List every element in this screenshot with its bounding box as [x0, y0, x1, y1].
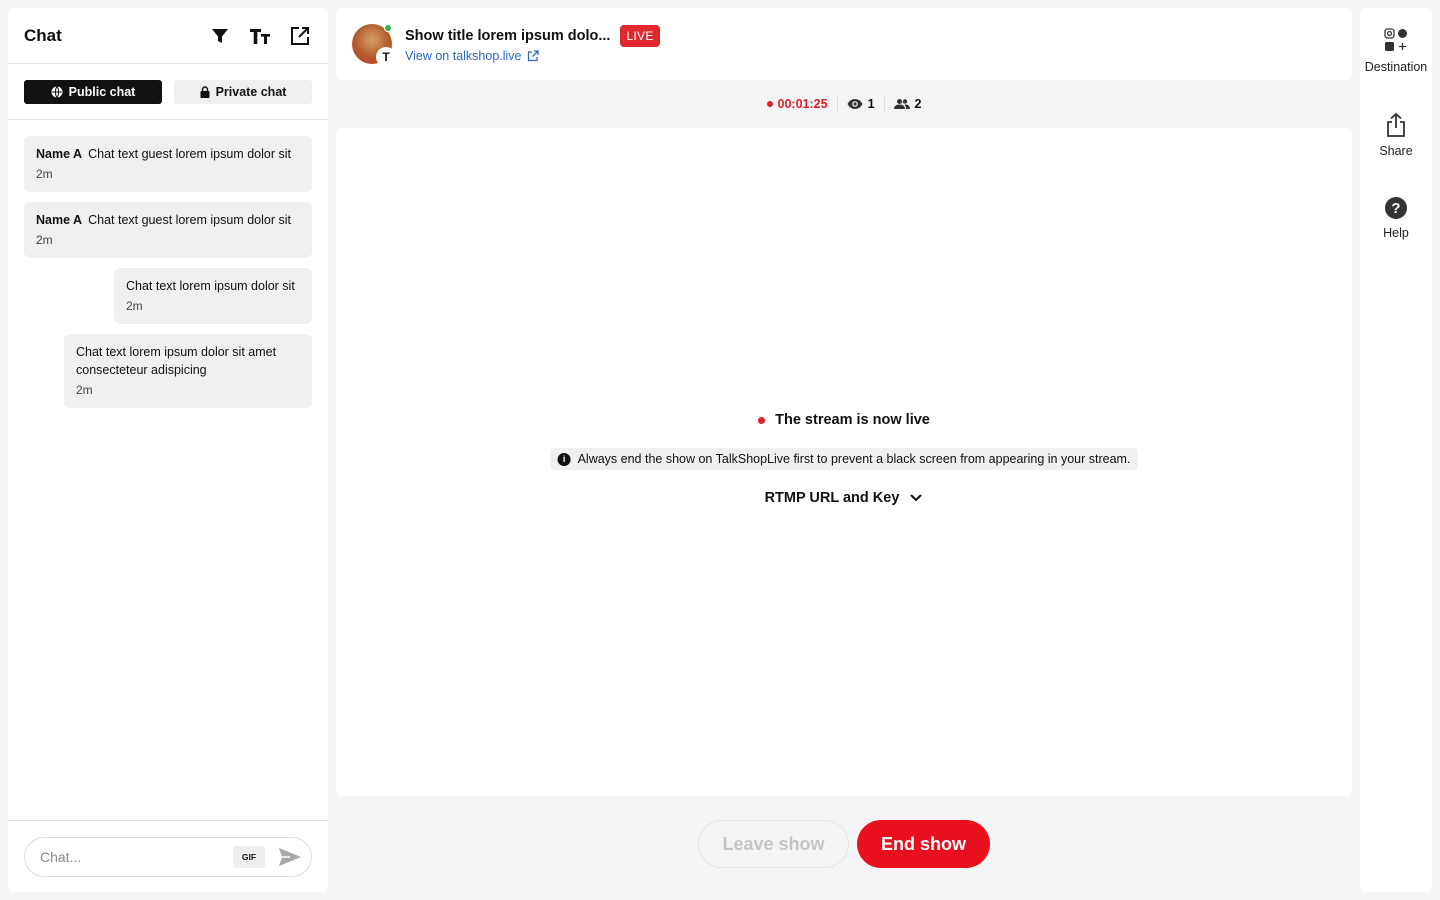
right-rail: Destination Share ? Help	[1360, 8, 1432, 892]
stream-stats: 00:01:25 1 2	[336, 88, 1352, 120]
chat-message: Name A Chat text guest lorem ipsum dolor …	[24, 136, 312, 192]
tab-public-label: Public chat	[68, 84, 136, 99]
end-show-button[interactable]: End show	[857, 820, 990, 868]
filter-icon[interactable]	[208, 24, 232, 48]
host-avatar: T	[352, 24, 396, 67]
leave-show-button[interactable]: Leave show	[698, 820, 849, 868]
notice-text: Always end the show on TalkShopLive firs…	[577, 452, 1131, 466]
message-time: 2m	[36, 167, 53, 181]
live-dot	[758, 416, 766, 424]
message-text: Chat text lorem ipsum dolor sit	[126, 279, 295, 293]
share-label: Share	[1379, 144, 1413, 158]
chat-composer: GIF	[8, 820, 328, 892]
chat-input[interactable]	[40, 849, 233, 865]
view-on-talkshop-link[interactable]: View on talkshop.live	[405, 49, 660, 63]
people-icon	[893, 99, 910, 109]
show-title: Show title lorem ipsum dolo...	[405, 28, 611, 44]
tab-private-chat[interactable]: Private chat	[174, 79, 312, 104]
message-author: Name A	[36, 147, 83, 161]
help-glyph: ?	[1391, 200, 1400, 217]
send-button[interactable]	[277, 844, 303, 870]
destination-button[interactable]: Destination	[1360, 28, 1432, 74]
share-button[interactable]: Share	[1360, 112, 1432, 158]
online-indicator	[384, 24, 392, 32]
viewer-count: 1	[836, 97, 884, 111]
text-size-icon[interactable]	[248, 24, 272, 48]
show-info: Show title lorem ipsum dolo... LIVE View…	[405, 25, 660, 63]
chat-title: Chat	[24, 25, 62, 45]
message-text: Chat text lorem ipsum dolor sit amet con…	[76, 345, 277, 377]
message-time: 2m	[76, 383, 93, 397]
message-list: Name A Chat text guest lorem ipsum dolor …	[8, 120, 328, 424]
end-show-notice: i Always end the show on TalkShopLive fi…	[550, 448, 1138, 470]
view-link-label: View on talkshop.live	[405, 49, 522, 63]
stream-status-text: The stream is now live	[775, 412, 930, 428]
rtmp-toggle[interactable]: RTMP URL and Key	[336, 490, 1352, 506]
participant-value: 2	[914, 97, 922, 111]
rtmp-label: RTMP URL and Key	[764, 490, 900, 506]
share-icon	[1387, 112, 1405, 137]
message-text: Chat text guest lorem ipsum dolor sit	[88, 213, 291, 227]
send-icon	[279, 848, 301, 866]
external-link-icon	[527, 50, 539, 62]
message-text: Chat text guest lorem ipsum dolor sit	[88, 147, 291, 161]
live-badge: LIVE	[620, 25, 660, 47]
tab-public-chat[interactable]: Public chat	[24, 79, 162, 104]
viewer-value: 1	[867, 97, 875, 111]
participant-count: 2	[883, 97, 931, 111]
message-time: 2m	[126, 299, 143, 313]
chat-message-self: Chat text lorem ipsum dolor sit amet con…	[64, 334, 312, 408]
help-button[interactable]: ? Help	[1360, 196, 1432, 240]
chat-message: Name A Chat text guest lorem ipsum dolor …	[24, 202, 312, 258]
timer-value: 00:01:25	[777, 97, 828, 111]
gif-button[interactable]: GIF	[233, 846, 265, 868]
globe-icon	[51, 85, 63, 98]
lock-icon	[200, 85, 210, 98]
destinations-icon	[1384, 28, 1407, 51]
show-header: T Show title lorem ipsum dolo... LIVE Vi…	[336, 8, 1352, 80]
recording-dot	[766, 101, 773, 107]
chat-input-box: GIF	[24, 837, 312, 877]
stream-status: The stream is now live	[336, 412, 1352, 428]
chat-panel: Chat Public chat Private chat Name A Chat…	[8, 8, 328, 892]
stream-timer: 00:01:25	[758, 97, 837, 111]
help-icon: ?	[1385, 197, 1407, 219]
brand-badge: T	[376, 47, 396, 67]
destination-label: Destination	[1364, 60, 1428, 74]
message-time: 2m	[36, 233, 53, 247]
stream-preview: The stream is now live i Always end the …	[336, 128, 1352, 796]
help-label: Help	[1383, 226, 1409, 240]
message-author: Name A	[36, 213, 83, 227]
tab-private-label: Private chat	[215, 84, 287, 99]
info-icon: i	[557, 452, 571, 466]
chat-message-self: Chat text lorem ipsum dolor sit 2m	[114, 268, 312, 324]
chat-tabs: Public chat Private chat	[8, 64, 328, 120]
chevron-down-icon	[910, 494, 923, 502]
eye-icon	[847, 99, 863, 109]
pop-out-icon[interactable]	[288, 24, 312, 48]
chat-header: Chat	[8, 8, 328, 64]
